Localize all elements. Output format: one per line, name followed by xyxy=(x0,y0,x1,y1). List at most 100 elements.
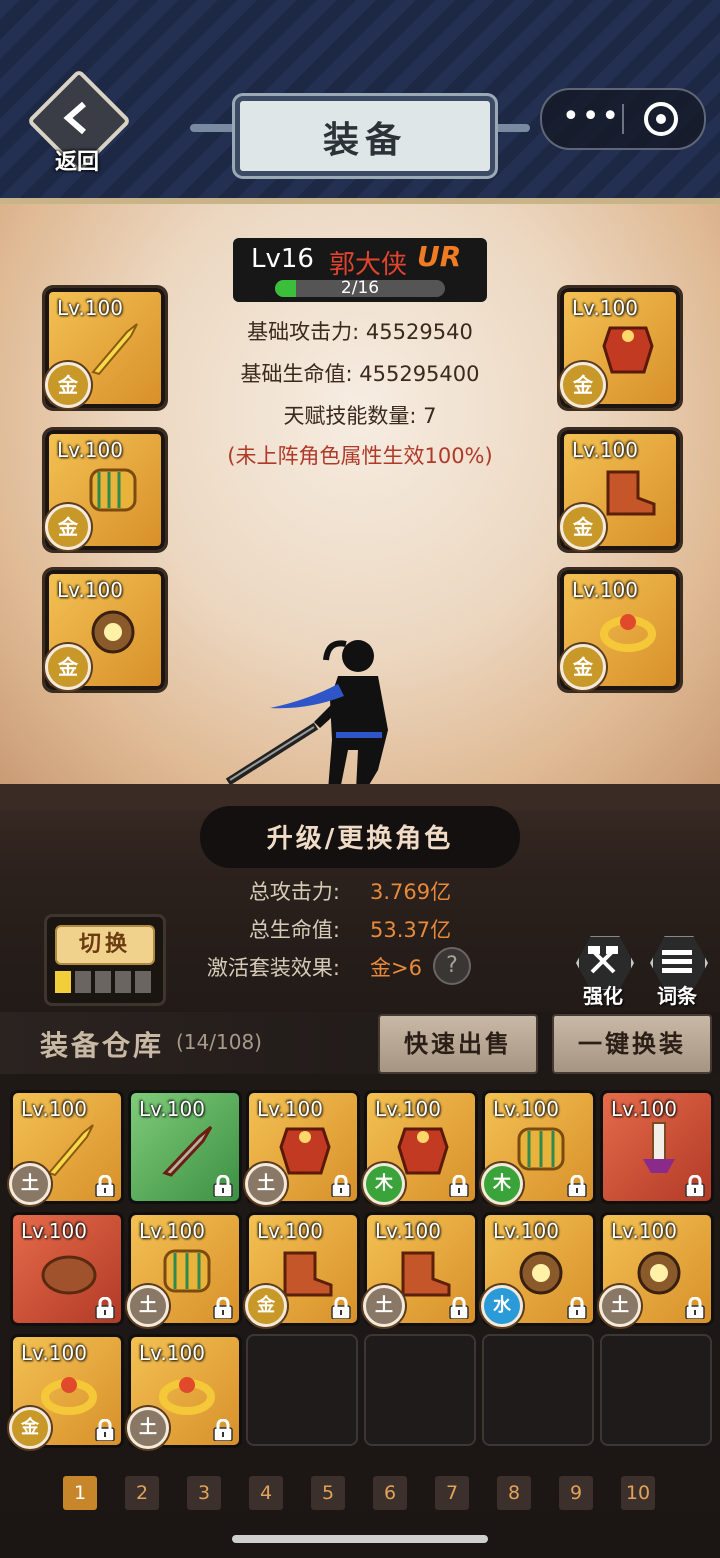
item-level: Lv.100 xyxy=(139,1341,205,1365)
total-attack-label: 总攻击力: xyxy=(248,880,340,904)
item-level: Lv.100 xyxy=(257,1097,323,1121)
page-button[interactable]: 2 xyxy=(125,1476,159,1510)
affix-button[interactable]: 词条 xyxy=(648,934,708,1008)
quick-sell-button[interactable]: 快速出售 xyxy=(378,1014,538,1074)
hero-progress-bar: 2/16 xyxy=(275,280,445,297)
inventory-item[interactable]: Lv.100 土 xyxy=(9,1090,124,1205)
page-button[interactable]: 9 xyxy=(559,1476,593,1510)
inventory-item[interactable]: Lv.100 土 xyxy=(127,1334,242,1449)
inventory-item[interactable]: Lv.100 xyxy=(10,1212,124,1326)
item-level: Lv.100 xyxy=(257,1219,323,1243)
lock-icon[interactable] xyxy=(447,1297,471,1319)
lock-icon[interactable] xyxy=(93,1419,117,1441)
upgrade-change-button[interactable]: 升级/更换角色 xyxy=(200,806,520,868)
boots-icon xyxy=(401,1251,451,1297)
equip-slot-amulet[interactable]: Lv.100 金 xyxy=(45,570,165,690)
back-label: 返回 xyxy=(54,150,99,175)
equip-slot-chest[interactable]: Lv.100 金 xyxy=(560,288,680,408)
hero-info-bar: Lv16 郭大侠 UR 2/16 xyxy=(233,238,487,302)
page-button[interactable]: 1 xyxy=(63,1476,97,1510)
page-button[interactable]: 6 xyxy=(373,1476,407,1510)
total-attack-value: 3.769亿 xyxy=(370,880,452,904)
hero-name: 郭大侠 xyxy=(329,250,408,280)
preset-pip[interactable] xyxy=(115,971,131,993)
enhance-button[interactable]: 强化 xyxy=(574,934,634,1008)
item-level: Lv.100 xyxy=(139,1097,205,1121)
lock-icon[interactable] xyxy=(683,1297,707,1319)
page-button[interactable]: 10 xyxy=(621,1476,655,1510)
inventory-item[interactable]: Lv.100 水 xyxy=(481,1212,596,1327)
element-badge: 土 xyxy=(363,1285,405,1327)
title-plate: 装备 xyxy=(235,96,495,176)
page-button[interactable]: 3 xyxy=(187,1476,221,1510)
boots-icon xyxy=(606,470,656,516)
armor-icon xyxy=(279,1127,331,1175)
inventory-item[interactable]: Lv.100 xyxy=(128,1090,242,1204)
one-click-equip-button[interactable]: 一键换装 xyxy=(552,1014,712,1074)
lock-icon[interactable] xyxy=(683,1175,707,1197)
inventory-item[interactable]: Lv.100 土 xyxy=(599,1212,714,1327)
inventory-item[interactable]: Lv.100 土 xyxy=(363,1212,478,1327)
lock-icon[interactable] xyxy=(565,1175,589,1197)
slot-level: Lv.100 xyxy=(57,578,123,602)
rarity-badge: UR xyxy=(417,240,462,273)
armor-icon xyxy=(602,326,654,374)
back-button[interactable]: 返回 xyxy=(26,68,132,180)
equip-slot-boots[interactable]: Lv.100 金 xyxy=(560,430,680,550)
lock-icon[interactable] xyxy=(211,1175,235,1197)
equip-slot-weapon[interactable]: Lv.100 金 xyxy=(45,288,165,408)
empty-slot xyxy=(482,1334,594,1446)
amulet-icon xyxy=(637,1251,681,1295)
lock-icon[interactable] xyxy=(93,1297,117,1319)
item-level: Lv.100 xyxy=(611,1219,677,1243)
page-button[interactable]: 7 xyxy=(435,1476,469,1510)
help-icon[interactable]: ? xyxy=(433,947,471,985)
set-effect-label: 激活套装效果: xyxy=(206,956,340,980)
slot-level: Lv.100 xyxy=(572,296,638,320)
page-button[interactable]: 8 xyxy=(497,1476,531,1510)
grid-list-icon xyxy=(662,950,692,973)
inventory-item[interactable]: Lv.100 金 xyxy=(9,1334,124,1449)
armor-icon xyxy=(397,1127,449,1175)
progress-text: 2/16 xyxy=(340,280,380,297)
item-level: Lv.100 xyxy=(493,1219,559,1243)
lock-icon[interactable] xyxy=(93,1175,117,1197)
warehouse-title: 装备仓库 xyxy=(40,1029,165,1062)
lock-icon[interactable] xyxy=(329,1175,353,1197)
ring-icon xyxy=(41,1377,97,1415)
inventory-item[interactable]: Lv.100 木 xyxy=(363,1090,478,1205)
preset-pip[interactable] xyxy=(95,971,111,993)
slot-level: Lv.100 xyxy=(572,578,638,602)
element-badge: 土 xyxy=(245,1163,287,1205)
element-badge: 木 xyxy=(481,1163,523,1205)
lock-icon[interactable] xyxy=(211,1297,235,1319)
more-icon[interactable]: ••• xyxy=(562,99,621,134)
lock-icon[interactable] xyxy=(211,1419,235,1441)
inventory-item[interactable]: Lv.100 xyxy=(600,1090,714,1204)
inventory-item[interactable]: Lv.100 木 xyxy=(481,1090,596,1205)
inventory-item[interactable]: Lv.100 金 xyxy=(245,1212,360,1327)
crossed-hammers-icon xyxy=(588,946,618,974)
preset-pip[interactable] xyxy=(75,971,91,993)
lock-icon[interactable] xyxy=(565,1297,589,1319)
inventory-item[interactable]: Lv.100 土 xyxy=(127,1212,242,1327)
slot-level: Lv.100 xyxy=(572,438,638,462)
lock-icon[interactable] xyxy=(329,1297,353,1319)
element-badge: 金 xyxy=(560,362,606,408)
preset-pip[interactable] xyxy=(55,971,71,993)
set-effect-value: 金>6 xyxy=(370,956,422,980)
inventory-item[interactable]: Lv.100 土 xyxy=(245,1090,360,1205)
lock-icon[interactable] xyxy=(447,1175,471,1197)
page-button[interactable]: 4 xyxy=(249,1476,283,1510)
equip-slot-ring[interactable]: Lv.100 金 xyxy=(560,570,680,690)
close-circle-icon[interactable] xyxy=(644,102,678,136)
preset-pip[interactable] xyxy=(135,971,151,993)
item-level: Lv.100 xyxy=(21,1219,87,1243)
page-button[interactable]: 5 xyxy=(311,1476,345,1510)
element-badge: 土 xyxy=(9,1163,51,1205)
element-badge: 土 xyxy=(599,1285,641,1327)
sword-icon xyxy=(91,323,138,376)
hero-level: Lv16 xyxy=(251,244,314,274)
equip-slot-armor[interactable]: Lv.100 金 xyxy=(45,430,165,550)
switch-button[interactable]: 切换 xyxy=(55,925,155,965)
